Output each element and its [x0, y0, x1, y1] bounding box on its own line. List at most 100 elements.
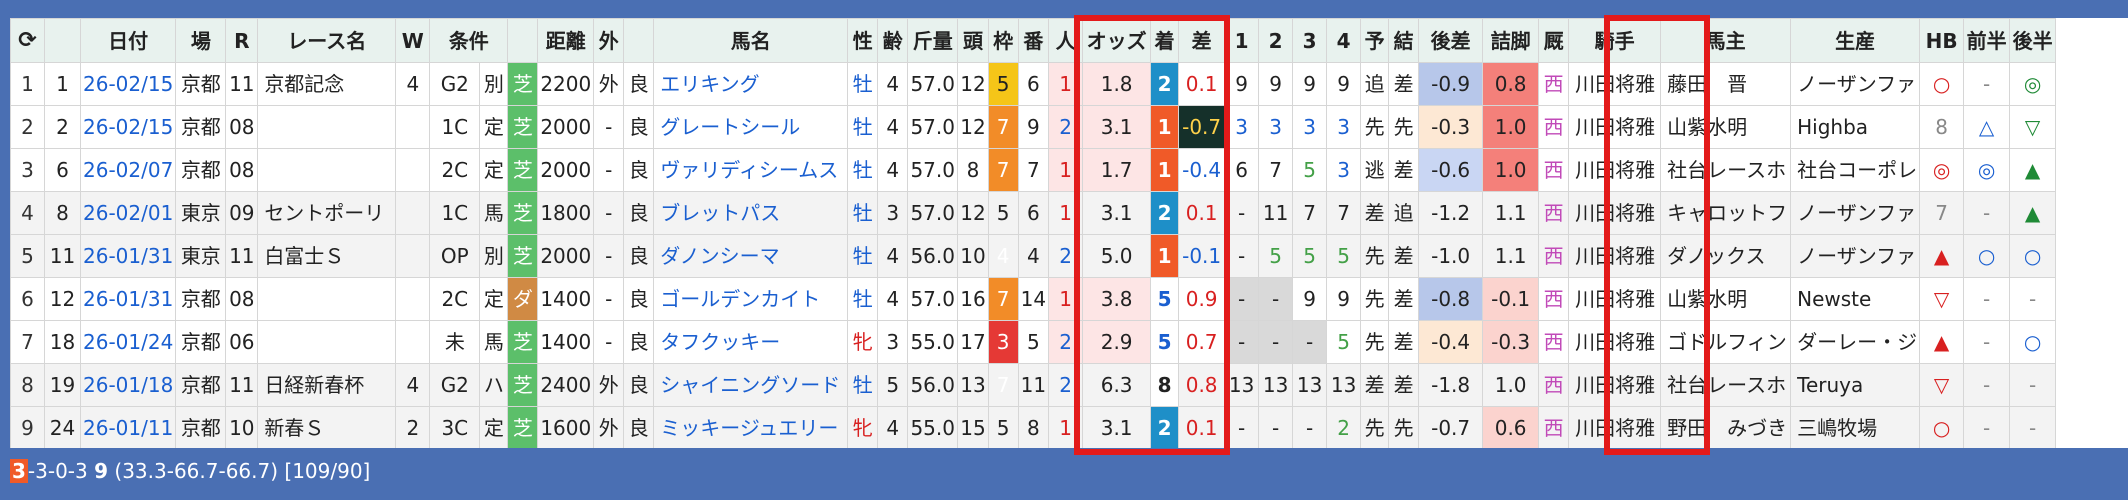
header-corner2[interactable]: 2: [1258, 18, 1294, 63]
first-half: ◎: [1963, 148, 2011, 192]
age: 3: [877, 320, 909, 364]
header-place[interactable]: 場: [175, 18, 227, 63]
outcome: 差: [1388, 277, 1420, 321]
late-diff: -1.0: [1418, 234, 1484, 278]
header-corner3[interactable]: 3: [1292, 18, 1328, 63]
row-number: 11: [44, 234, 81, 278]
date-link[interactable]: 26-01/11: [79, 406, 177, 448]
header-date[interactable]: 日付: [79, 18, 177, 63]
date-link[interactable]: 26-02/07: [79, 148, 177, 192]
place: 東京: [175, 234, 227, 278]
header-hb[interactable]: HB: [1919, 18, 1965, 63]
row-number: 6: [44, 148, 81, 192]
horse-name-link[interactable]: タフクッキー: [653, 320, 849, 364]
header-weight[interactable]: 斤量: [907, 18, 959, 63]
table-row[interactable]: 9 24 26-01/11 京都 10 新春Ｓ 2 3C 定芝 1600 外良ミッキージュエリー牝 4…: [10, 406, 2057, 448]
heads: 13: [957, 363, 989, 407]
header-result[interactable]: 着: [1150, 18, 1180, 63]
header-baba: [623, 18, 655, 63]
date-link[interactable]: 26-01/31: [79, 234, 177, 278]
header-corner4[interactable]: 4: [1326, 18, 1362, 63]
breeder: ダーレー・ジ: [1790, 320, 1921, 364]
table-row[interactable]: 4 8 26-02/01 東京 09 セントポーリ 1C 馬芝 1800- 良ブレットパス牡 3 57…: [10, 191, 2057, 235]
distance: 2000: [537, 234, 595, 278]
date-link[interactable]: 26-02/15: [79, 62, 177, 106]
outcome: 差: [1388, 320, 1420, 364]
table-body: 1 1 26-02/15 京都 11 京都記念 4 G2 別芝 2200 外良エリキング牡 4 57.0…: [10, 62, 2057, 448]
stable: 西: [1538, 105, 1570, 149]
header-sex[interactable]: 性: [847, 18, 879, 63]
horse-name-link[interactable]: グレートシール: [653, 105, 849, 149]
sex: 牡: [847, 148, 879, 192]
table-row[interactable]: 2 2 26-02/15 京都 08 1C 定芝 2000- 良グレートシール牡 4 57.0 12 7…: [10, 105, 2057, 149]
table-row[interactable]: 5 11 26-01/31 東京 11 白富士Ｓ OP 別芝 2000- 良ダノンシーマ牡 4 56.…: [10, 234, 2057, 278]
hb: 8: [1919, 105, 1965, 149]
corner3: 5: [1292, 148, 1328, 192]
jockey: 川田将雅: [1568, 105, 1662, 149]
corner4: 9: [1326, 62, 1362, 106]
sex: 牝: [847, 406, 879, 448]
date-link[interactable]: 26-01/31: [79, 277, 177, 321]
corner1: -: [1224, 277, 1260, 321]
header-corner1[interactable]: 1: [1224, 18, 1260, 63]
table-row[interactable]: 3 6 26-02/07 京都 08 2C 定芝 2000- 良ヴァリディシームス牡 4 57.0 8…: [10, 148, 2057, 192]
time-diff: -0.1: [1178, 234, 1226, 278]
prediction: 先: [1360, 406, 1390, 448]
table-row[interactable]: 6 12 26-01/31 京都 08 2C 定ダ 1400- 良ゴールデンカイト牡 4 57.0 1…: [10, 277, 2057, 321]
w-value: [395, 234, 431, 278]
first-half: -: [1963, 406, 2011, 448]
header-heads[interactable]: 頭: [957, 18, 989, 63]
date-link[interactable]: 26-01/24: [79, 320, 177, 364]
table-row[interactable]: 8 19 26-01/18 京都 11 日経新春杯 4 G2 ハ芝 2400 外良シャイニングソード…: [10, 363, 2057, 407]
header-odds[interactable]: オッズ: [1082, 18, 1152, 63]
header-condition[interactable]: 条件: [429, 18, 509, 63]
header-first-half[interactable]: 前半: [1963, 18, 2011, 63]
horse-name-link[interactable]: ゴールデンカイト: [653, 277, 849, 321]
header-second-half[interactable]: 後半: [2009, 18, 2057, 63]
date-link[interactable]: 26-02/15: [79, 105, 177, 149]
header-diff[interactable]: 差: [1178, 18, 1226, 63]
header-breeder[interactable]: 生産: [1790, 18, 1921, 63]
header-age[interactable]: 齢: [877, 18, 909, 63]
date-link[interactable]: 26-02/01: [79, 191, 177, 235]
header-tsume[interactable]: 詰脚: [1482, 18, 1540, 63]
horse-name-link[interactable]: ダノンシーマ: [653, 234, 849, 278]
table-row[interactable]: 7 18 26-01/24 京都 06 未馬芝 1400- 良タフクッキー牝 3 55.0 17 3 5…: [10, 320, 2057, 364]
row-index: 8: [10, 363, 45, 407]
horse-name-link[interactable]: ミッキージュエリー: [653, 406, 849, 448]
place: 京都: [175, 320, 227, 364]
outer-flag: -: [593, 191, 625, 235]
horse-name-link[interactable]: シャイニングソード: [653, 363, 849, 407]
race-number: 11: [225, 363, 259, 407]
date-link[interactable]: 26-01/18: [79, 363, 177, 407]
header-race-number[interactable]: R: [225, 18, 259, 63]
refresh-icon[interactable]: ⟳: [18, 28, 36, 53]
refresh-button[interactable]: ⟳: [10, 18, 45, 63]
header-distance[interactable]: 距離: [537, 18, 595, 63]
table-row[interactable]: 1 1 26-02/15 京都 11 京都記念 4 G2 別芝 2200 外良エリキング牡 4 57.0…: [10, 62, 2057, 106]
race-number: 11: [225, 234, 259, 278]
condition: 2C: [429, 148, 481, 192]
outer-flag: 外: [593, 363, 625, 407]
header-prediction[interactable]: 予: [1360, 18, 1390, 63]
header-horse-name[interactable]: 馬名: [653, 18, 849, 63]
header-race-name[interactable]: レース名: [257, 18, 397, 63]
header-stable[interactable]: 厩: [1538, 18, 1570, 63]
header-w[interactable]: W: [395, 18, 431, 63]
header-popularity[interactable]: 人: [1048, 18, 1084, 63]
horse-name-link[interactable]: ヴァリディシームス: [653, 148, 849, 192]
header-waku[interactable]: 枠: [987, 18, 1019, 63]
header-owner[interactable]: 馬主: [1660, 18, 1792, 63]
header-outcome[interactable]: 結: [1388, 18, 1420, 63]
header-jockey[interactable]: 騎手: [1568, 18, 1662, 63]
ground: 芝: [507, 105, 539, 149]
header-late-diff[interactable]: 後差: [1418, 18, 1484, 63]
header-ban[interactable]: 番: [1017, 18, 1050, 63]
horse-name-link[interactable]: ブレットパス: [653, 191, 849, 235]
horse-name-link[interactable]: エリキング: [653, 62, 849, 106]
outcome: 先: [1388, 105, 1420, 149]
ground: 芝: [507, 363, 539, 407]
age: 5: [877, 363, 909, 407]
header-outer[interactable]: 外: [593, 18, 625, 63]
jockey: 川田将雅: [1568, 320, 1662, 364]
